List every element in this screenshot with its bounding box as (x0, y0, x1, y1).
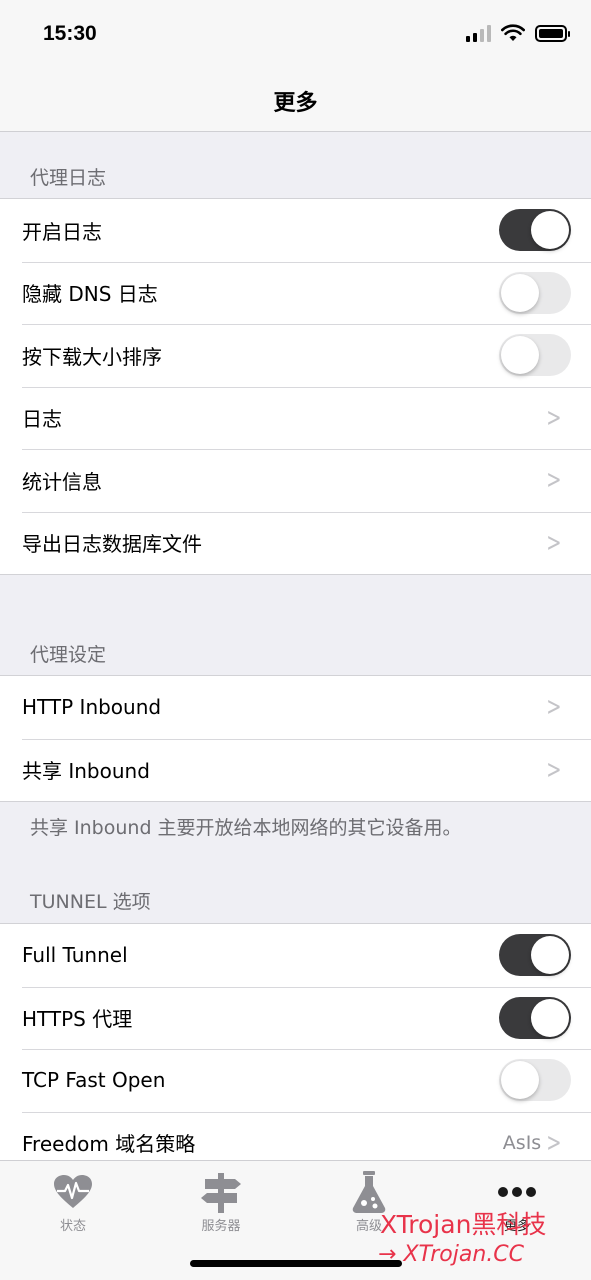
group-tunnel: Full Tunnel HTTPS 代理 TCP Fast Open Freed… (0, 923, 591, 1175)
sort-by-size-toggle[interactable] (499, 334, 571, 377)
section-header-proxy-settings: 代理设定 (30, 644, 107, 666)
row-export-log-database[interactable]: 导出日志数据库文件 > (0, 511, 591, 575)
chevron-right-icon: > (546, 465, 562, 496)
row-label: Full Tunnel (22, 943, 128, 968)
chevron-right-icon: > (546, 402, 562, 433)
more-dots-icon (462, 1169, 572, 1215)
tab-status[interactable]: 状态 (18, 1169, 128, 1234)
chevron-right-icon: > (546, 754, 562, 785)
row-label: 共享 Inbound (22, 759, 150, 784)
row-enable-log[interactable]: 开启日志 (0, 199, 591, 262)
row-statistics[interactable]: 统计信息 > (0, 449, 591, 512)
watermark-text: XTrojan黑科技 (380, 1210, 547, 1239)
flask-icon (314, 1169, 424, 1215)
signpost-icon (166, 1169, 276, 1215)
page-title: 更多 (273, 90, 318, 116)
battery-icon (535, 24, 570, 42)
cellular-signal-icon (466, 24, 491, 42)
wifi-icon (501, 24, 525, 41)
tab-servers[interactable]: 服务器 (166, 1169, 276, 1234)
row-label: Freedom 域名策略 (22, 1132, 196, 1157)
https-proxy-toggle[interactable] (499, 996, 571, 1039)
toggle-knob (531, 998, 569, 1037)
heartbeat-icon (18, 1169, 128, 1215)
enable-log-toggle[interactable] (499, 209, 571, 252)
home-indicator (190, 1260, 402, 1267)
row-http-inbound[interactable]: HTTP Inbound > (0, 676, 591, 739)
toggle-knob (501, 273, 539, 312)
row-tcp-fast-open[interactable]: TCP Fast Open (0, 1049, 591, 1112)
toggle-knob (531, 211, 569, 250)
row-https-proxy[interactable]: HTTPS 代理 (0, 986, 591, 1050)
status-icons (466, 24, 570, 42)
status-bar: 15:30 (0, 0, 591, 70)
section-header-proxy-log: 代理日志 (30, 167, 107, 189)
row-hide-dns-log[interactable]: 隐藏 DNS 日志 (0, 261, 591, 325)
row-label: HTTPS 代理 (22, 1007, 133, 1032)
toggle-knob (501, 1061, 539, 1100)
row-value: AsIs (502, 1131, 542, 1154)
chevron-right-icon: > (546, 1127, 562, 1158)
row-label: TCP Fast Open (22, 1068, 166, 1093)
row-log[interactable]: 日志 > (0, 386, 591, 450)
toggle-knob (501, 336, 539, 375)
section-header-tunnel: TUNNEL 选项 (30, 891, 151, 913)
status-time: 15:30 (43, 22, 97, 45)
group-proxy-log: 开启日志 隐藏 DNS 日志 按下载大小排序 日志 > 统计信息 > 导出日志数… (0, 198, 591, 575)
chevron-right-icon: > (546, 692, 562, 723)
watermark-url-text: XTrojan.CC (403, 1242, 524, 1267)
toggle-knob (531, 936, 569, 975)
row-label: HTTP Inbound (22, 695, 162, 720)
full-tunnel-toggle[interactable] (499, 934, 571, 977)
tcp-fast-open-toggle[interactable] (499, 1059, 571, 1102)
chevron-right-icon: > (546, 527, 562, 558)
row-label: 按下载大小排序 (22, 344, 162, 369)
row-full-tunnel[interactable]: Full Tunnel (0, 924, 591, 987)
row-label: 日志 (22, 407, 62, 432)
group-proxy-settings: HTTP Inbound > 共享 Inbound > (0, 675, 591, 802)
tab-label: 状态 (59, 1219, 86, 1234)
section-footer-note: 共享 Inbound 主要开放给本地网络的其它设备用。 (30, 817, 462, 839)
row-label: 导出日志数据库文件 (22, 532, 202, 557)
hide-dns-log-toggle[interactable] (499, 271, 571, 314)
row-shared-inbound[interactable]: 共享 Inbound > (0, 738, 591, 802)
row-label: 隐藏 DNS 日志 (22, 282, 158, 307)
row-label: 统计信息 (22, 469, 102, 494)
navigation-bar: 更多 (0, 70, 591, 132)
row-label: 开启日志 (22, 219, 102, 244)
tab-label: 服务器 (201, 1219, 241, 1234)
row-sort-by-download-size[interactable]: 按下载大小排序 (0, 324, 591, 387)
